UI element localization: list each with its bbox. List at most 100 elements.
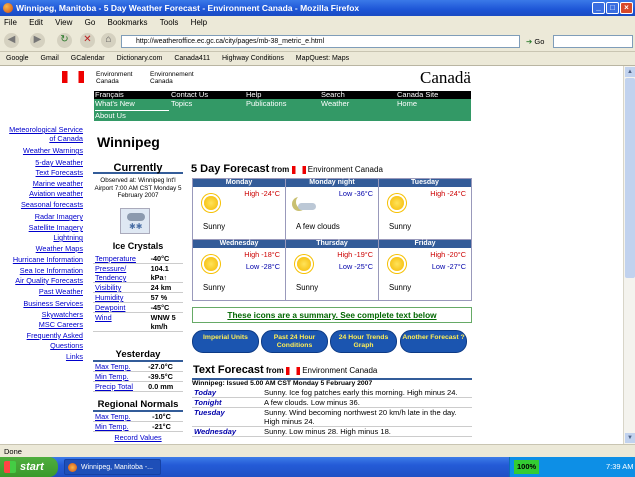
current-label[interactable]: Wind [93,313,149,332]
nav-weather[interactable]: Weather [321,99,349,109]
nav-canada-site[interactable]: Canada Site [397,91,438,99]
past-24-hour-button[interactable]: Past 24 Hour Conditions [261,330,328,353]
leftnav-weather-maps[interactable]: Weather Maps [36,244,83,253]
leftnav-past-weather[interactable]: Past Weather [39,287,83,296]
day-low: Low -28°C [245,262,280,271]
yesterday-label[interactable]: Precip Total [93,382,146,392]
back-button[interactable]: ◀ [4,33,19,48]
nav-home[interactable]: Home [397,99,417,109]
current-label[interactable]: Visibility [93,283,149,293]
scroll-down-icon[interactable]: ▼ [625,433,635,443]
leftnav-lightning[interactable]: Lightning [53,233,83,242]
period-text: Sunny. Low minus 28. High minus 18. [262,426,472,437]
taskbar-item-label: Winnipeg, Manitoba -... [81,464,153,471]
leftnav-faq[interactable]: Frequently Asked [27,331,83,340]
forecast-header: 5 Day Forecast from Environment Canada [191,163,471,176]
nav-topics[interactable]: Topics [171,99,192,109]
leftnav-aviation[interactable]: Aviation weather [29,189,83,198]
nav-contact-us[interactable]: Contact Us [171,91,208,99]
normals-value: -21°C [152,422,171,431]
bookmark-highway-conditions[interactable]: Highway Conditions [222,55,284,62]
forecast-from: from [271,165,290,174]
day-high: High -20°C [430,250,466,259]
record-values-link[interactable]: Record Values [93,433,183,442]
leftnav-msc[interactable]: Meteorological Service [9,125,83,134]
reload-icon[interactable]: ↻ [57,33,72,48]
yesterday-label[interactable]: Max Temp. [93,362,146,372]
leftnav-radar[interactable]: Radar Imagery [35,212,83,221]
current-label[interactable]: Temperature [93,254,149,264]
leftnav-seasonal[interactable]: Seasonal forecasts [21,200,83,209]
leftnav-faq-2[interactable]: Questions [50,341,83,350]
text-forecast-from: from [265,366,284,375]
minimize-button[interactable]: _ [592,2,605,14]
leftnav-sea-ice[interactable]: Sea Ice Information [20,266,83,275]
trends-graph-button[interactable]: 24 Hour Trends Graph [330,330,397,353]
day-name: Wednesday [193,240,285,248]
another-forecast-button[interactable]: Another Forecast ? [400,330,467,353]
leftnav-skywatchers[interactable]: Skywatchers [42,310,83,319]
stop-icon[interactable]: ✕ [80,33,95,48]
menu-help[interactable]: Help [191,18,207,27]
forecast-day-wednesday: Wednesday High -18°C Low -28°C Sunny [192,239,286,301]
scroll-up-icon[interactable]: ▲ [625,67,635,77]
leftnav-business[interactable]: Business Services [23,299,83,308]
address-bar[interactable]: http://weatheroffice.ec.gc.ca/city/pages… [121,35,520,48]
vertical-scrollbar[interactable]: ▲ ▼ [623,66,635,444]
status-bar: Done [0,444,635,457]
day-temp: High -24°C [430,189,466,198]
bookmark-canada411[interactable]: Canada411 [174,55,210,62]
go-button[interactable]: ➔ Go [526,35,550,48]
home-icon[interactable]: ⌂ [101,33,116,48]
bookmark-google[interactable]: Google [6,55,29,62]
nav-help[interactable]: Help [246,91,261,99]
leftnav-satellite[interactable]: Satellite Imagery [29,223,83,232]
menu-view[interactable]: View [55,18,72,27]
current-label[interactable]: Pressure/ Tendency [93,264,149,283]
forecast-day-thursday: Thursday High -19°C Low -25°C Sunny [285,239,379,301]
bookmark-gmail[interactable]: Gmail [41,55,59,62]
forecast-day-monday-night: Monday night Low -36°C A few clouds [285,178,379,240]
taskbar-firefox-item[interactable]: Winnipeg, Manitoba -... [64,459,161,475]
normals-label[interactable]: Max Temp. [93,412,150,422]
close-button[interactable]: × [620,2,633,14]
menu-edit[interactable]: Edit [29,18,43,27]
leftnav-careers[interactable]: MSC Careers [39,320,83,329]
maximize-button[interactable]: □ [606,2,619,14]
current-label[interactable]: Humidity [93,293,149,303]
bookmark-mapquest[interactable]: MapQuest: Maps [296,55,349,62]
normals-label[interactable]: Min Temp. [93,422,150,432]
bookmark-dictionary[interactable]: Dictionary.com [117,55,163,62]
imperial-units-button[interactable]: Imperial Units [192,330,259,353]
leftnav-hurricane[interactable]: Hurricane Information [13,255,83,264]
leftnav-warnings[interactable]: Weather Warnings [23,146,83,155]
leftnav-links[interactable]: Links [66,352,83,361]
search-box[interactable] [553,35,633,48]
day-description: Sunny [296,283,319,292]
period-label: Tonight [192,397,262,408]
department-name-fr: Environnement Canada [150,71,194,85]
leftnav-air-quality[interactable]: Air Quality Forecasts [15,276,83,285]
scroll-thumb[interactable] [625,78,635,278]
leftnav-5day[interactable]: 5-day Weather [35,158,83,167]
bookmark-gcalendar[interactable]: GCalendar [71,55,105,62]
yesterday-label[interactable]: Min Temp. [93,372,146,382]
menu-tools[interactable]: Tools [160,18,179,27]
nav-search[interactable]: Search [321,91,345,99]
leftnav-msc-2[interactable]: of Canada [49,134,83,143]
current-label[interactable]: Dewpoint [93,303,149,313]
leftnav-text-forecasts[interactable]: Text Forecasts [36,168,83,177]
summary-link[interactable]: These icons are a summary. See complete … [192,307,472,323]
current-conditions-table: Temperature -40°C Pressure/ Tendency 104.1… [93,254,183,332]
forward-button[interactable]: ▶ [30,33,45,48]
menu-bookmarks[interactable]: Bookmarks [108,18,148,27]
forecast-day-tuesday: Tuesday High -24°C Sunny [378,178,472,240]
menu-go[interactable]: Go [85,18,96,27]
nav-francais[interactable]: Français [95,91,124,99]
leftnav-marine[interactable]: Marine weather [33,179,83,188]
nav-about-us[interactable]: About Us [95,110,169,121]
nav-publications[interactable]: Publications [246,99,286,109]
menu-file[interactable]: File [4,18,17,27]
nav-whats-new[interactable]: What's New [95,99,135,109]
start-button[interactable]: start [0,457,58,477]
